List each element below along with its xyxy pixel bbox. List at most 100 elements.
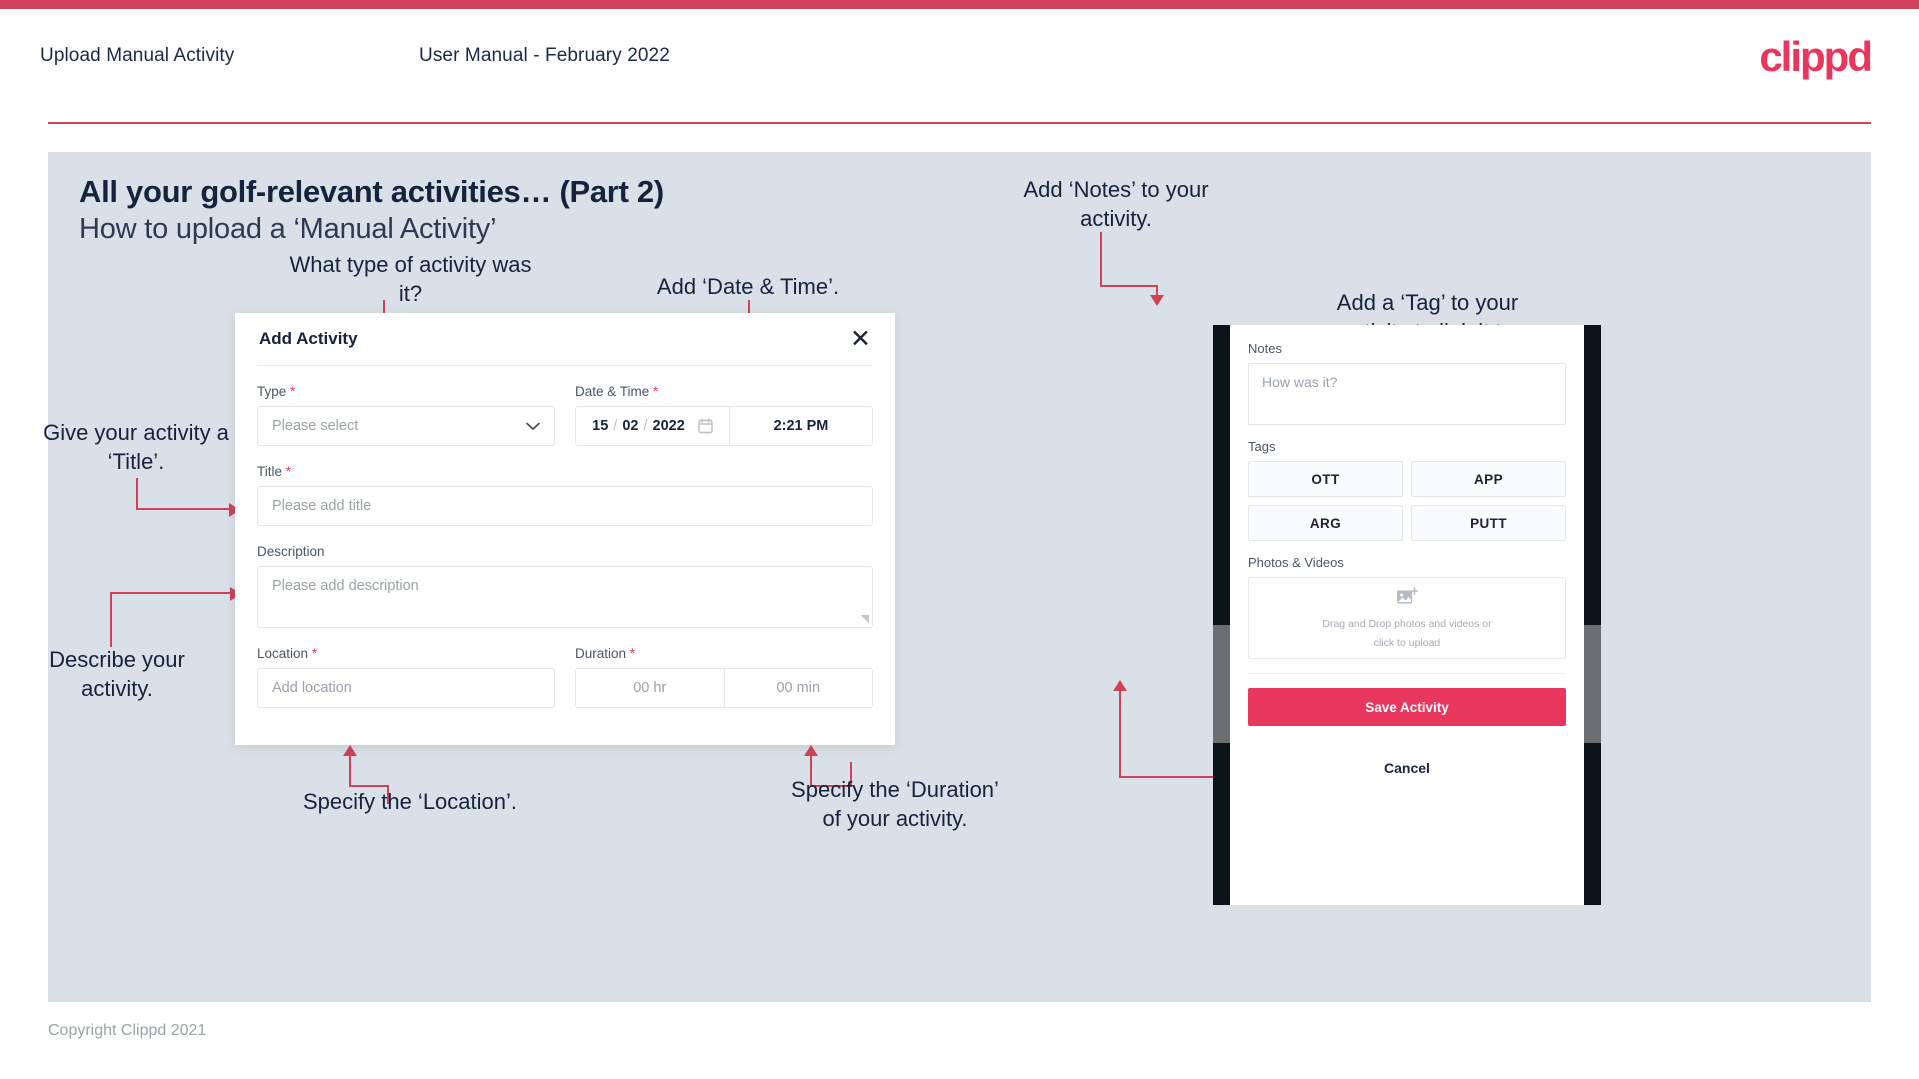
date-input[interactable]: 15 / 02 / 2022	[576, 407, 730, 445]
tag-button-putt[interactable]: PUTT	[1411, 505, 1566, 541]
annotation-location: Specify the ‘Location’.	[302, 789, 518, 814]
datetime-label: Date & Time *	[575, 384, 659, 399]
resize-handle-icon[interactable]: ◥	[861, 612, 869, 625]
location-label: Location *	[257, 646, 318, 661]
required-marker: *	[285, 464, 292, 479]
type-label: Type *	[257, 384, 296, 399]
phone-side-button-right	[1584, 625, 1601, 743]
save-activity-button[interactable]: Save Activity	[1248, 688, 1566, 726]
annotation-arrow-duration	[804, 745, 818, 756]
date-sep-1: /	[613, 418, 618, 434]
close-icon[interactable]: ✕	[850, 326, 871, 352]
field-group-type: Type * Please select	[257, 384, 555, 446]
add-image-icon	[1396, 586, 1419, 612]
annotation-title: Give your activity a ‘Title’.	[43, 420, 229, 474]
field-group-datetime: Date & Time * 15 / 02 / 2022 2:21 PM	[575, 384, 873, 446]
header-center-title: User Manual - February 2022	[419, 45, 670, 66]
annotation-duration: Specify the ‘Duration’ of your activity.	[791, 777, 999, 831]
annotation-notes: Add ‘Notes’ to your activity.	[1023, 177, 1209, 231]
tags-grid: OTT APP ARG PUTT	[1248, 461, 1566, 541]
title-input[interactable]: Please add title	[257, 486, 873, 526]
field-group-description: Description Please add description ◥	[257, 544, 873, 628]
dialog-header: Add Activity ✕	[235, 313, 895, 365]
phone-bezel-left	[1213, 325, 1230, 905]
top-accent-bar	[0, 0, 1919, 9]
add-activity-dialog: Add Activity ✕ Type * Please select Date…	[235, 313, 895, 745]
phone-bezel-right	[1584, 325, 1601, 905]
annotation-line-title-h	[136, 508, 231, 510]
footer-copyright: Copyright Clippd 2021	[48, 1022, 207, 1039]
required-marker: *	[290, 384, 296, 399]
phone-screen: Notes How was it? Tags OTT APP ARG PUTT …	[1230, 325, 1584, 905]
notes-label: Notes	[1248, 341, 1282, 356]
datetime-input-group: 15 / 02 / 2022 2:21 PM	[575, 406, 873, 446]
title-placeholder: Please add title	[272, 498, 372, 514]
annotation-line-desc-h	[110, 592, 232, 594]
field-group-duration: Duration * 00 hr 00 min	[575, 646, 873, 708]
calendar-icon[interactable]	[698, 418, 713, 434]
title-label: Title *	[257, 464, 292, 479]
page-subtitle: How to upload a ‘Manual Activity’	[79, 213, 497, 245]
duration-label: Duration *	[575, 646, 636, 661]
annotation-arrow-save	[1113, 680, 1127, 691]
notes-textarea[interactable]: How was it?	[1248, 363, 1566, 425]
notes-placeholder: How was it?	[1262, 374, 1338, 390]
description-textarea[interactable]: Please add description ◥	[257, 566, 873, 628]
description-placeholder: Please add description	[272, 578, 419, 594]
clippd-logo: clippd	[1759, 33, 1873, 80]
tag-button-arg[interactable]: ARG	[1248, 505, 1403, 541]
dropzone-text-line2: click to upload	[1373, 636, 1441, 649]
row-location-duration: Location * Add location Duration * 00 hr…	[257, 646, 873, 708]
photo-upload-dropzone[interactable]: Drag and Drop photos and videos or click…	[1248, 577, 1566, 659]
location-input[interactable]: Add location	[257, 668, 555, 708]
date-day: 15	[592, 418, 609, 434]
annotation-description: Describe your activity.	[49, 647, 185, 701]
header-left-title: Upload Manual Activity	[40, 45, 235, 66]
date-sep-2: /	[643, 418, 648, 434]
required-marker: *	[653, 384, 659, 399]
location-placeholder: Add location	[272, 680, 352, 696]
duration-input-group: 00 hr 00 min	[575, 668, 873, 708]
chevron-down-icon	[526, 419, 540, 434]
description-label: Description	[257, 544, 325, 559]
photos-videos-label: Photos & Videos	[1248, 555, 1344, 570]
phone-divider	[1248, 673, 1566, 674]
slide-page: Upload Manual Activity User Manual - Feb…	[0, 0, 1919, 1079]
header-divider	[48, 122, 1871, 124]
type-select[interactable]: Please select	[257, 406, 555, 446]
annotation-line-notes-h	[1100, 285, 1158, 287]
annotation-line-sc-v	[1119, 690, 1121, 778]
tag-button-app[interactable]: APP	[1411, 461, 1566, 497]
dropzone-text-line1: Drag and Drop photos and videos or	[1322, 617, 1492, 630]
field-group-title: Title * Please add title	[257, 464, 873, 526]
date-month: 02	[622, 418, 639, 434]
duration-minutes-input[interactable]: 00 min	[725, 669, 873, 707]
row-type-datetime: Type * Please select Date & Time * 15 /	[257, 384, 873, 446]
annotation-line-loc-v1	[349, 755, 351, 787]
annotation-line-desc-v	[110, 592, 112, 647]
annotation-line-title-v	[136, 478, 138, 510]
annotation-arrow-notes	[1150, 295, 1164, 306]
phone-side-button-left	[1213, 625, 1230, 743]
cancel-button[interactable]: Cancel	[1248, 748, 1566, 788]
required-marker: *	[311, 646, 318, 661]
annotation-arrow-location	[343, 745, 357, 756]
tags-label: Tags	[1248, 439, 1276, 454]
field-group-location: Location * Add location	[257, 646, 555, 708]
duration-hours-input[interactable]: 00 hr	[576, 669, 725, 707]
annotation-datetime: Add ‘Date & Time’.	[656, 274, 840, 299]
dialog-body: Type * Please select Date & Time * 15 /	[235, 366, 895, 708]
time-input[interactable]: 2:21 PM	[730, 407, 872, 445]
required-marker: *	[629, 646, 636, 661]
page-title: All your golf-relevant activities… (Part…	[79, 174, 664, 209]
dialog-title: Add Activity	[259, 329, 358, 348]
phone-mockup: Notes How was it? Tags OTT APP ARG PUTT …	[1213, 325, 1601, 905]
annotation-line-notes-v1	[1100, 232, 1102, 287]
type-placeholder: Please select	[272, 418, 359, 434]
tag-button-ott[interactable]: OTT	[1248, 461, 1403, 497]
